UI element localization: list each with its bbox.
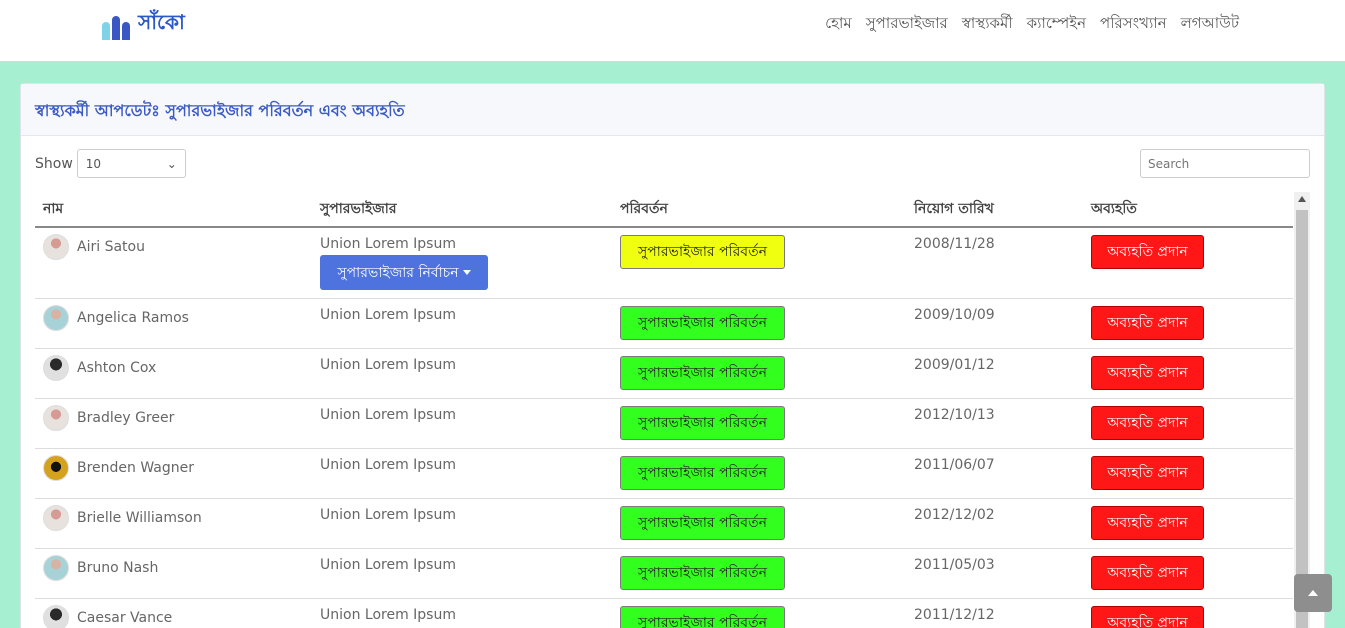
release-button[interactable]: অব্যহতি প্রদান bbox=[1091, 356, 1204, 390]
table-row: Bruno Nash Union Lorem Ipsum সুপারভাইজার… bbox=[35, 549, 1293, 599]
supervisor-name: Union Lorem Ipsum bbox=[320, 457, 456, 473]
card-title: স্বাস্থ্যকর্মী আপডেটঃ সুপারভাইজার পরিবর্… bbox=[21, 84, 1324, 136]
health-worker-name: Brenden Wagner bbox=[77, 460, 195, 476]
nav-supervisor[interactable]: সুপারভাইজার bbox=[866, 12, 948, 37]
supervisor-name: Union Lorem Ipsum bbox=[320, 236, 456, 252]
page-size-select[interactable]: 10 ⌄ bbox=[76, 149, 186, 178]
health-worker-name: Brielle Williamson bbox=[77, 510, 202, 526]
appointment-date: 2011/06/07 bbox=[914, 457, 995, 473]
header-date[interactable]: নিয়োগ তারিখ bbox=[906, 197, 1083, 221]
appointment-date: 2008/11/28 bbox=[914, 236, 995, 252]
change-supervisor-button[interactable]: সুপারভাইজার পরিবর্তন bbox=[620, 606, 785, 628]
health-worker-card: স্বাস্থ্যকর্মী আপডেটঃ সুপারভাইজার পরিবর্… bbox=[20, 83, 1325, 628]
change-supervisor-button[interactable]: সুপারভাইজার পরিবর্তন bbox=[620, 456, 785, 490]
chevron-up-icon bbox=[1308, 590, 1318, 596]
avatar bbox=[43, 234, 69, 260]
brand-logo[interactable]: সাঁকো bbox=[102, 8, 185, 41]
change-supervisor-button[interactable]: সুপারভাইজার পরিবর্তন bbox=[620, 506, 785, 540]
table-header: নাম সুপারভাইজার পরিবর্তন নিয়োগ তারিখ অব… bbox=[35, 192, 1293, 228]
scrollbar-thumb[interactable] bbox=[1296, 210, 1308, 628]
appointment-date: 2009/10/09 bbox=[914, 307, 995, 323]
supervisor-name: Union Lorem Ipsum bbox=[320, 407, 456, 423]
table-row: Ashton Cox Union Lorem Ipsum সুপারভাইজার… bbox=[35, 349, 1293, 399]
search-input[interactable] bbox=[1140, 149, 1310, 178]
change-supervisor-button[interactable]: সুপারভাইজার পরিবর্তন bbox=[620, 556, 785, 590]
table-scrollbar[interactable] bbox=[1294, 192, 1310, 628]
avatar bbox=[43, 355, 69, 381]
nav-statistics[interactable]: পরিসংখ্যান bbox=[1100, 12, 1167, 37]
main-nav: হোম সুপারভাইজার স্বাস্থ্যকর্মী ক্যাম্পেই… bbox=[825, 12, 1239, 37]
appointment-date: 2009/01/12 bbox=[914, 357, 995, 373]
table-row: Bradley Greer Union Lorem Ipsum সুপারভাই… bbox=[35, 399, 1293, 449]
avatar bbox=[43, 405, 69, 431]
health-worker-name: Caesar Vance bbox=[77, 610, 173, 626]
show-label: Show bbox=[35, 155, 73, 172]
appointment-date: 2012/10/13 bbox=[914, 407, 995, 423]
caret-down-icon bbox=[462, 270, 471, 275]
table-row: Airi Satou Union Lorem Ipsum সুপারভাইজার … bbox=[35, 228, 1293, 299]
top-navbar: সাঁকো হোম সুপারভাইজার স্বাস্থ্যকর্মী ক্য… bbox=[0, 0, 1345, 61]
supervisor-name: Union Lorem Ipsum bbox=[320, 607, 456, 623]
chevron-down-icon: ⌄ bbox=[166, 156, 177, 171]
avatar bbox=[43, 505, 69, 531]
supervisor-name: Union Lorem Ipsum bbox=[320, 507, 456, 523]
release-button[interactable]: অব্যহতি প্রদান bbox=[1091, 306, 1204, 340]
supervisor-name: Union Lorem Ipsum bbox=[320, 307, 456, 323]
change-supervisor-button[interactable]: সুপারভাইজার পরিবর্তন bbox=[620, 235, 785, 269]
health-worker-name: Airi Satou bbox=[77, 239, 145, 255]
change-supervisor-button[interactable]: সুপারভাইজার পরিবর্তন bbox=[620, 356, 785, 390]
brand-name: সাঁকো bbox=[138, 10, 185, 34]
select-supervisor-button[interactable]: সুপারভাইজার নির্বাচন bbox=[320, 255, 488, 290]
scroll-to-top-button[interactable] bbox=[1294, 574, 1332, 612]
avatar bbox=[43, 555, 69, 581]
avatar bbox=[43, 605, 69, 628]
header-change[interactable]: পরিবর্তন bbox=[612, 197, 906, 221]
appointment-date: 2011/12/12 bbox=[914, 607, 995, 623]
nav-campaign[interactable]: ক্যাম্পেইন bbox=[1027, 12, 1086, 37]
page-size-value: 10 bbox=[85, 156, 102, 171]
supervisor-name: Union Lorem Ipsum bbox=[320, 557, 456, 573]
table-row: Caesar Vance Union Lorem Ipsum সুপারভাইজ… bbox=[35, 599, 1293, 628]
brand-logo-icon bbox=[102, 10, 130, 40]
appointment-date: 2012/12/02 bbox=[914, 507, 995, 523]
table-row: Brielle Williamson Union Lorem Ipsum সুপ… bbox=[35, 499, 1293, 549]
release-button[interactable]: অব্যহতি প্রদান bbox=[1091, 606, 1204, 628]
nav-home[interactable]: হোম bbox=[825, 12, 852, 37]
release-button[interactable]: অব্যহতি প্রদান bbox=[1091, 235, 1204, 269]
release-button[interactable]: অব্যহতি প্রদান bbox=[1091, 406, 1204, 440]
header-name[interactable]: নাম bbox=[35, 197, 312, 221]
release-button[interactable]: অব্যহতি প্রদান bbox=[1091, 456, 1204, 490]
header-release[interactable]: অব্যহতি bbox=[1083, 197, 1293, 221]
health-worker-name: Bradley Greer bbox=[77, 410, 175, 426]
change-supervisor-button[interactable]: সুপারভাইজার পরিবর্তন bbox=[620, 406, 785, 440]
health-worker-name: Ashton Cox bbox=[77, 360, 157, 376]
health-worker-name: Angelica Ramos bbox=[77, 310, 189, 326]
nav-logout[interactable]: লগআউট bbox=[1181, 12, 1239, 37]
header-supervisor[interactable]: সুপারভাইজার bbox=[312, 197, 612, 221]
appointment-date: 2011/05/03 bbox=[914, 557, 995, 573]
nav-health-worker[interactable]: স্বাস্থ্যকর্মী bbox=[962, 12, 1013, 37]
release-button[interactable]: অব্যহতি প্রদান bbox=[1091, 506, 1204, 540]
health-worker-table: নাম সুপারভাইজার পরিবর্তন নিয়োগ তারিখ অব… bbox=[35, 192, 1293, 628]
table-row: Angelica Ramos Union Lorem Ipsum সুপারভা… bbox=[35, 299, 1293, 349]
supervisor-name: Union Lorem Ipsum bbox=[320, 357, 456, 373]
release-button[interactable]: অব্যহতি প্রদান bbox=[1091, 556, 1204, 590]
health-worker-name: Bruno Nash bbox=[77, 560, 159, 576]
change-supervisor-button[interactable]: সুপারভাইজার পরিবর্তন bbox=[620, 306, 785, 340]
scroll-up-arrow-icon[interactable] bbox=[1298, 196, 1306, 202]
avatar bbox=[43, 455, 69, 481]
avatar bbox=[43, 305, 69, 331]
table-row: Brenden Wagner Union Lorem Ipsum সুপারভা… bbox=[35, 449, 1293, 499]
page-size-control: Show 10 ⌄ bbox=[35, 149, 186, 178]
